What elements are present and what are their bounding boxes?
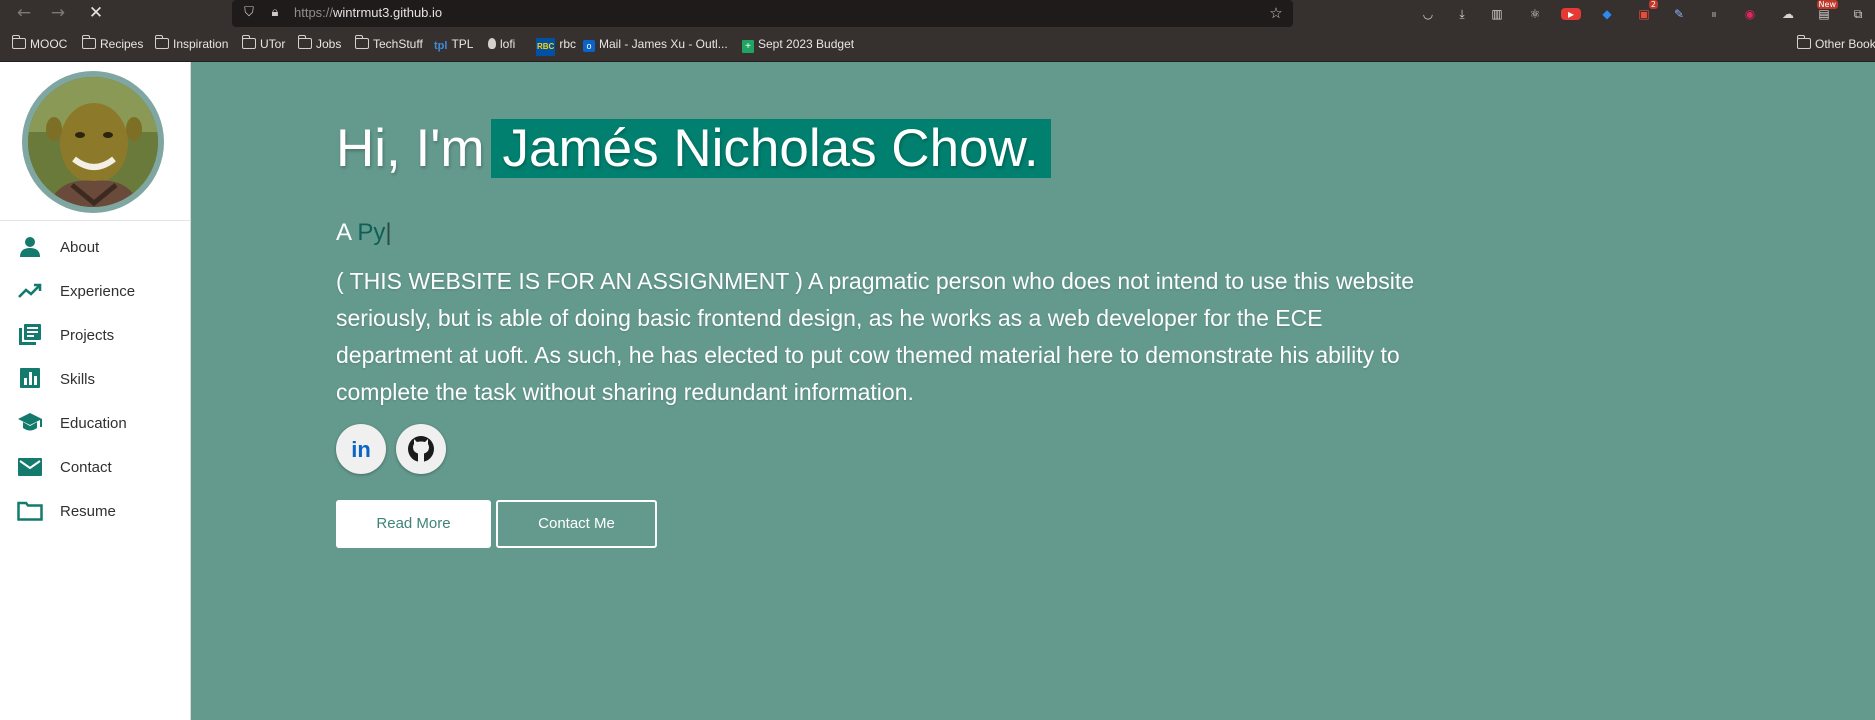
github-button[interactable]: [396, 424, 446, 474]
linkedin-button[interactable]: in: [336, 424, 386, 474]
sidebar-item-label: Contact: [60, 459, 112, 476]
browser-toolbar: ← → ✕ ⛉ 🔒︎ https://wintrmut3.github.io ☆…: [0, 0, 1875, 27]
forward-arrow-icon[interactable]: →: [46, 2, 70, 24]
sidebar-item-label: Experience: [60, 283, 136, 300]
bookmark-item[interactable]: MOOC: [11, 35, 67, 52]
rbc-icon: RBC: [536, 38, 556, 56]
bookmark-item[interactable]: UTor: [241, 35, 285, 52]
extensions-puzzle-icon[interactable]: ⧉: [1848, 4, 1868, 24]
typed-text: Py: [357, 219, 386, 246]
sidebar-item-label: Projects: [60, 327, 115, 344]
sidebar-item-contact[interactable]: Contact: [0, 447, 190, 487]
name-highlight: Jamés Nicholas Chow.: [490, 119, 1051, 178]
pocket-icon[interactable]: ◡: [1418, 4, 1438, 24]
typed-subtitle: A Py|: [336, 219, 392, 247]
avatar: [28, 77, 158, 207]
sidebar-item-experience[interactable]: Experience: [0, 271, 190, 311]
download-icon[interactable]: ⤓: [1452, 4, 1472, 24]
address-bar[interactable]: ⛉ 🔒︎ https://wintrmut3.github.io ☆: [232, 0, 1293, 27]
mail-icon: [18, 458, 42, 476]
other-bookmarks[interactable]: Other Book: [1796, 35, 1875, 52]
typing-cursor: |: [385, 219, 392, 246]
folder-icon: [11, 35, 26, 49]
folder-icon: [297, 35, 312, 49]
eyedropper-icon[interactable]: ✎: [1669, 4, 1689, 24]
bookmark-item[interactable]: RBC rbc: [536, 36, 576, 56]
trending-up-icon: [18, 283, 42, 298]
subtitle-prefix: A: [336, 219, 351, 246]
react-devtools-icon[interactable]: ⚛: [1525, 4, 1545, 24]
notification-count-badge: 2: [1648, 0, 1658, 9]
outlook-icon: o: [583, 40, 595, 52]
youtube-extension-icon[interactable]: ▸: [1561, 8, 1581, 20]
sidebar-item-label: Education: [60, 415, 127, 432]
greeting-text: Hi, I'm: [336, 119, 485, 178]
hero-section: Hi, I'm Jamés Nicholas Chow. A Py| ( THIS…: [191, 62, 1875, 720]
tpl-icon: tpl: [434, 40, 448, 52]
bar-chart-icon: [20, 368, 40, 388]
lofi-icon: [488, 38, 496, 49]
back-arrow-icon[interactable]: ←: [12, 2, 36, 24]
sidebar-item-about[interactable]: About: [0, 227, 190, 267]
bookmark-item[interactable]: TechStuff: [354, 35, 423, 52]
stop-loading-icon[interactable]: ✕: [84, 2, 108, 24]
bookmark-item[interactable]: Inspiration: [154, 35, 228, 52]
avatar-frame: [22, 71, 164, 213]
bookmark-item[interactable]: o Mail - James Xu - Outl...: [583, 36, 728, 52]
bookmark-item[interactable]: lofi: [488, 36, 515, 52]
github-icon: [408, 436, 434, 462]
sidebar-item-label: About: [60, 239, 100, 256]
bookmark-item[interactable]: Recipes: [81, 35, 143, 52]
shield-icon[interactable]: ⛉: [241, 5, 257, 21]
bookmark-item[interactable]: + Sept 2023 Budget: [742, 36, 854, 53]
bookmark-item[interactable]: Jobs: [297, 35, 341, 52]
url-text[interactable]: https://wintrmut3.github.io: [294, 5, 442, 20]
folder-icon: [17, 501, 43, 521]
linkedin-icon: in: [351, 437, 371, 462]
folder-icon: [241, 35, 256, 49]
bookmark-star-icon[interactable]: ☆: [1268, 5, 1284, 21]
contact-me-button[interactable]: Contact Me: [496, 500, 657, 548]
folder-icon: [81, 35, 96, 49]
lock-icon[interactable]: 🔒︎: [267, 5, 283, 21]
linkedin-icon-text: in: [351, 437, 371, 462]
sidebar-item-label: Skills: [60, 371, 96, 388]
sidebar-item-resume[interactable]: Resume: [0, 491, 190, 531]
hero-description: ( THIS WEBSITE IS FOR AN ASSIGNMENT ) A …: [336, 268, 1415, 405]
folder-icon: [354, 35, 369, 49]
bookmark-item[interactable]: tpl TPL: [434, 36, 473, 52]
pause-extension-icon[interactable]: ⏸: [1704, 4, 1724, 24]
ublock-extension-icon[interactable]: ▣ 2: [1634, 0, 1658, 24]
pocket-casts-icon[interactable]: ◉: [1740, 4, 1760, 24]
sidebar-item-projects[interactable]: Projects: [0, 315, 190, 355]
gem-extension-icon[interactable]: ◆: [1597, 4, 1617, 24]
library-icon[interactable]: ▥: [1487, 4, 1507, 24]
sidebar-item-education[interactable]: Education: [0, 403, 190, 443]
folder-icon: [1796, 35, 1811, 49]
read-more-button[interactable]: Read More: [336, 500, 491, 548]
page-title: Hi, I'm Jamés Nicholas Chow.: [336, 116, 1051, 182]
sidebar: About Experience Projects Skills Educati…: [0, 62, 191, 720]
avatar-image: [28, 77, 158, 207]
folder-icon: [154, 35, 169, 49]
school-icon: [18, 413, 42, 431]
profile-extension-icon[interactable]: ☁: [1778, 4, 1798, 24]
person-icon: [20, 237, 40, 257]
account-icon[interactable]: ▤ New: [1814, 0, 1838, 24]
google-sheets-icon: +: [742, 40, 754, 53]
sidebar-item-label: Resume: [60, 503, 116, 520]
new-badge: New: [1816, 0, 1838, 9]
sidebar-item-skills[interactable]: Skills: [0, 359, 190, 399]
library-books-icon: [19, 324, 41, 345]
bookmarks-bar: MOOC Recipes Inspiration UTor Jobs TechS…: [0, 27, 1875, 62]
sidebar-divider: [0, 220, 190, 221]
